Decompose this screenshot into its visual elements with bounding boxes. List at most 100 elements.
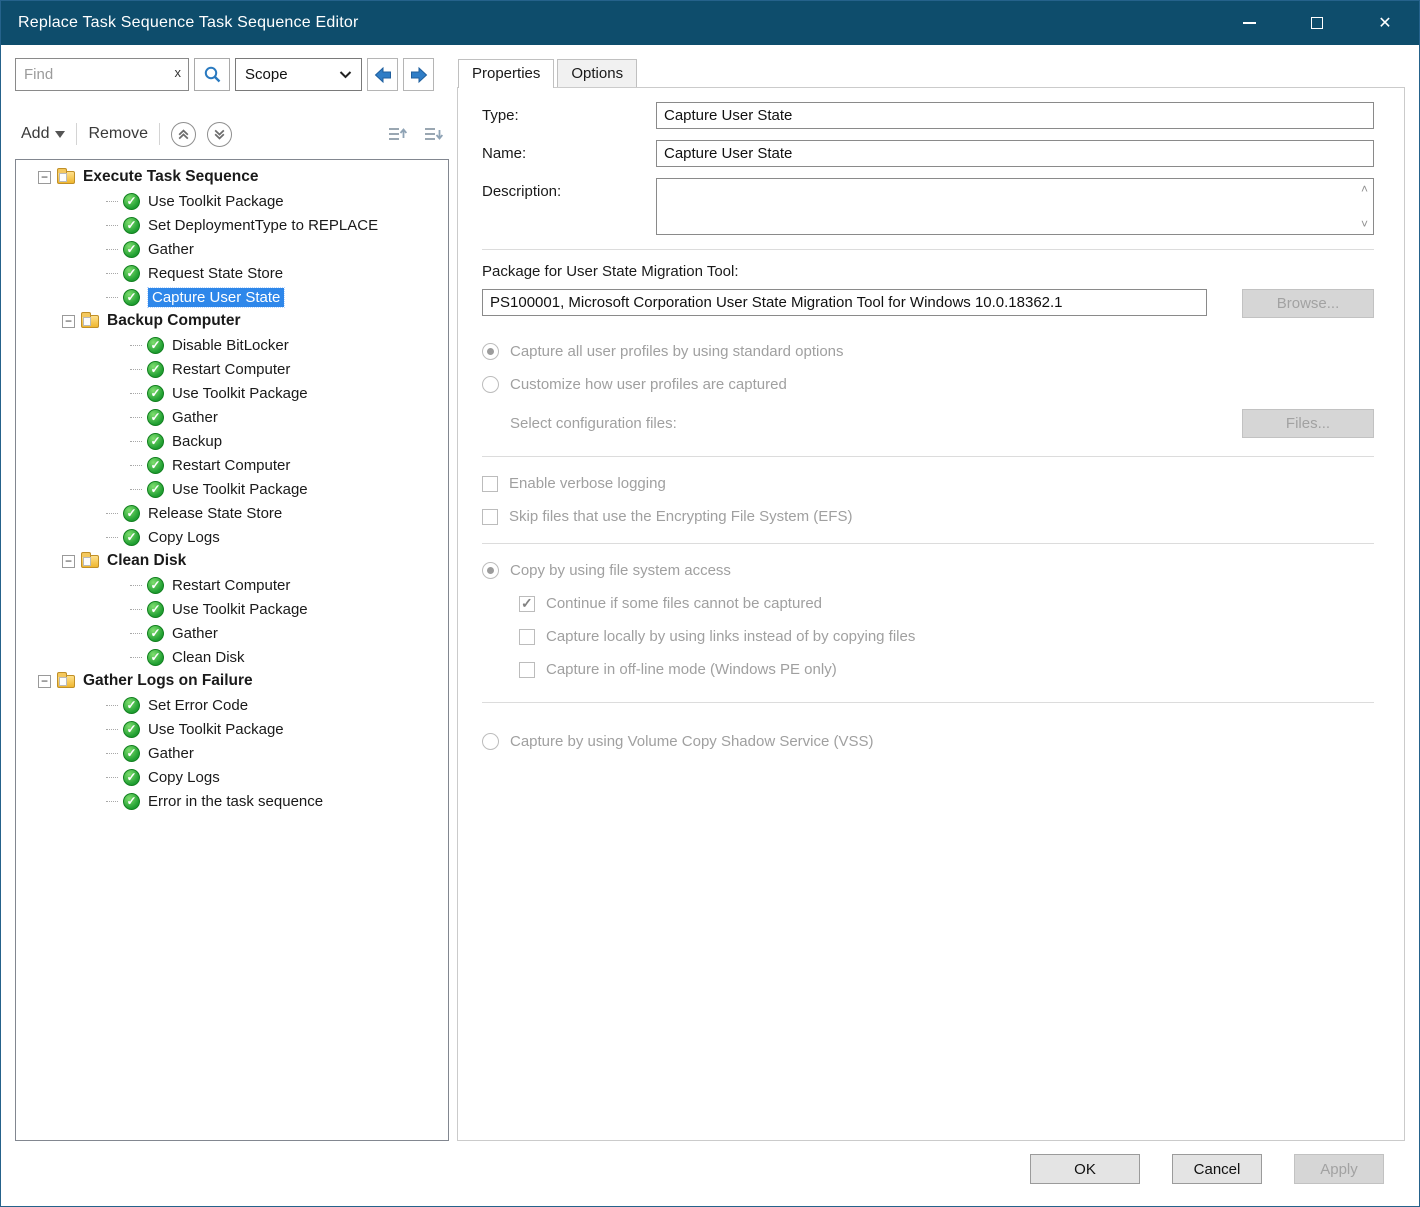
group-label: Backup Computer [107, 312, 241, 330]
tab-options[interactable]: Options [557, 59, 637, 88]
tree-step-row[interactable]: Set Error Code [16, 693, 448, 717]
section-divider [482, 543, 1374, 544]
ok-button[interactable]: OK [1030, 1154, 1140, 1184]
scroll-down-icon[interactable]: ˅ [1361, 218, 1368, 230]
package-field[interactable] [482, 289, 1207, 316]
tree-connector [130, 345, 142, 346]
tree-step-row[interactable]: Copy Logs [16, 525, 448, 549]
tree-step-row[interactable]: Gather [16, 621, 448, 645]
tree-step-row[interactable]: Request State Store [16, 261, 448, 285]
tree-step-row[interactable]: Set DeploymentType to REPLACE [16, 213, 448, 237]
name-field[interactable] [656, 140, 1374, 167]
tree-step-row[interactable]: Use Toolkit Package [16, 477, 448, 501]
step-label: Use Toolkit Package [172, 481, 308, 498]
tab-properties[interactable]: Properties [458, 59, 554, 88]
arrow-left-icon [372, 65, 394, 85]
step-success-icon [123, 217, 140, 234]
tree-step-row[interactable]: Gather [16, 237, 448, 261]
step-label: Backup [172, 433, 222, 450]
find-previous-button[interactable] [367, 58, 398, 91]
collapse-expander-icon[interactable]: − [38, 675, 51, 688]
usmt-options: Capture all user profiles by using stand… [482, 343, 1374, 750]
step-label: Gather [172, 625, 218, 642]
option-label: Customize how user profiles are captured [510, 376, 787, 393]
option-row: Capture in off-line mode (Windows PE onl… [519, 661, 1374, 678]
task-sequence-editor-window: Replace Task Sequence Task Sequence Edit… [0, 0, 1420, 1207]
tree-group-row[interactable]: −Execute Task Sequence [16, 165, 448, 189]
add-button[interactable]: Add [21, 125, 65, 143]
collapse-expander-icon[interactable]: − [62, 555, 75, 568]
description-row: Description: ˄ ˅ [482, 178, 1374, 235]
option-label: Capture in off-line mode (Windows PE onl… [546, 661, 837, 678]
section-divider [482, 456, 1374, 457]
search-icon [203, 65, 222, 84]
option-row: Capture all user profiles by using stand… [482, 343, 1374, 360]
tree-step-row[interactable]: Clean Disk [16, 645, 448, 669]
properties-panel: Type: Name: Description: ˄ ˅ Pack [457, 87, 1405, 1141]
move-up-button[interactable] [171, 122, 196, 147]
step-label: Clean Disk [172, 649, 245, 666]
task-sequence-tree[interactable]: −Execute Task Sequence Use Toolkit Packag… [15, 159, 449, 1141]
tree-step-row[interactable]: Use Toolkit Package [16, 381, 448, 405]
checkbox-unchecked-icon [482, 509, 498, 525]
tree-step-row[interactable]: Capture User State [16, 285, 448, 309]
expand-all-button[interactable] [420, 122, 445, 147]
tree-step-row[interactable]: Gather [16, 741, 448, 765]
tree-group-row[interactable]: −Gather Logs on Failure [16, 669, 448, 693]
maximize-button[interactable] [1283, 1, 1351, 45]
tree-connector [106, 249, 118, 250]
scope-dropdown[interactable]: Scope [235, 58, 362, 91]
step-success-icon [147, 385, 164, 402]
step-success-icon [147, 601, 164, 618]
description-field[interactable]: ˄ ˅ [656, 178, 1374, 235]
find-next-button[interactable] [403, 58, 434, 91]
step-label: Set Error Code [148, 697, 248, 714]
close-button[interactable]: ✕ [1351, 1, 1419, 45]
collapse-expander-icon[interactable]: − [38, 171, 51, 184]
step-success-icon [147, 433, 164, 450]
step-label: Use Toolkit Package [148, 193, 284, 210]
step-success-icon [123, 529, 140, 546]
sequence-pane: x Scope [15, 58, 449, 1141]
tree-step-row[interactable]: Release State Store [16, 501, 448, 525]
tree-group-row[interactable]: − Backup Computer [16, 309, 448, 333]
tree-step-row[interactable]: Restart Computer [16, 453, 448, 477]
tree-step-row[interactable]: Gather [16, 405, 448, 429]
find-field-wrap: x [15, 58, 189, 91]
minimize-button[interactable] [1215, 1, 1283, 45]
collapse-expander-icon[interactable]: − [62, 315, 75, 328]
tree-step-row[interactable]: Disable BitLocker [16, 333, 448, 357]
tree-step-row[interactable]: Use Toolkit Package [16, 597, 448, 621]
tree-step-row[interactable]: Restart Computer [16, 573, 448, 597]
group-folder-icon [81, 315, 99, 328]
option-row: Capture locally by using links instead o… [519, 628, 1374, 645]
expand-all-icon [422, 123, 444, 145]
step-label: Release State Store [148, 505, 282, 522]
option-label: Select configuration files: [510, 415, 677, 432]
tree-step-row[interactable]: Error in the task sequence [16, 789, 448, 813]
group-folder-icon [57, 171, 75, 184]
tree-step-row[interactable]: Use Toolkit Package [16, 189, 448, 213]
collapse-all-button[interactable] [384, 122, 409, 147]
search-button[interactable] [194, 58, 230, 91]
remove-button[interactable]: Remove [88, 125, 148, 143]
double-chevron-down-icon [213, 128, 226, 141]
tree-step-row[interactable]: Use Toolkit Package [16, 717, 448, 741]
remove-label: Remove [88, 125, 148, 143]
step-label: Restart Computer [172, 457, 290, 474]
cancel-button[interactable]: Cancel [1172, 1154, 1262, 1184]
tree-step-row[interactable]: Copy Logs [16, 765, 448, 789]
option-label: Capture locally by using links instead o… [546, 628, 915, 645]
step-success-icon [123, 265, 140, 282]
step-success-icon [147, 337, 164, 354]
tree-step-row[interactable]: Restart Computer [16, 357, 448, 381]
tree-group-row[interactable]: −Clean Disk [16, 549, 448, 573]
checkbox-unchecked-icon [519, 662, 535, 678]
tree-step-row[interactable]: Backup [16, 429, 448, 453]
move-down-button[interactable] [207, 122, 232, 147]
scroll-up-icon[interactable]: ˄ [1361, 183, 1368, 195]
clear-find-icon[interactable]: x [175, 65, 182, 80]
window-controls: ✕ [1215, 1, 1419, 45]
option-label: Capture by using Volume Copy Shadow Serv… [510, 733, 874, 750]
find-input[interactable] [15, 58, 189, 91]
